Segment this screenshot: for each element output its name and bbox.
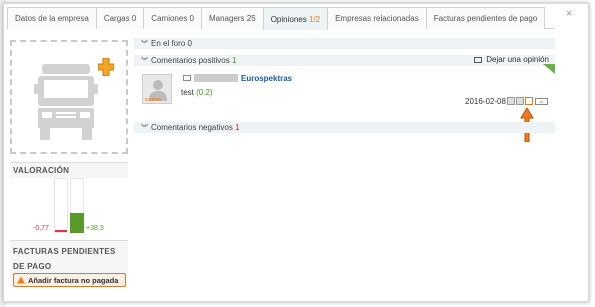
negative-rating-bar <box>54 178 68 233</box>
positive-comments-header[interactable]: ︾ Comentarios positivos 1 Dejar una opin… <box>134 55 555 66</box>
tab-pending-invoices[interactable]: Facturas pendientes de pago <box>425 7 546 29</box>
tab-trucks[interactable]: Camiones 0 <box>143 7 202 29</box>
comment-message-icon[interactable] <box>507 97 515 105</box>
negative-comments-count: 1 <box>235 123 240 132</box>
tab-opinions-total: 2 <box>315 14 321 24</box>
speech-bubble-icon <box>474 56 483 63</box>
leave-opinion-label: Dejar una opinión <box>486 55 549 64</box>
comment-edit-icon[interactable] <box>516 97 524 105</box>
comment-text: test (0.2) <box>181 88 213 97</box>
chevron-down-icon: ︾ <box>141 57 148 65</box>
tab-loads[interactable]: Cargas 0 <box>95 7 145 29</box>
tab-related-companies[interactable]: Empresas relacionadas <box>327 7 427 29</box>
positive-rating-value: +38,3 <box>86 225 104 232</box>
plus-icon[interactable] <box>98 58 114 76</box>
negative-rating-value: -0,77 <box>33 225 49 232</box>
avatar-tag: CARGO <box>145 97 162 102</box>
positive-comments-count: 1 <box>231 56 237 65</box>
positive-comments-label: Comentarios positivos <box>151 56 230 65</box>
leave-opinion-link[interactable]: Dejar una opinión <box>474 55 549 64</box>
comment-company-link[interactable]: Eurospektras <box>241 74 292 83</box>
comment-body: test <box>181 88 194 97</box>
tab-company-data[interactable]: Datos de la empresa <box>7 7 97 29</box>
tab-managers[interactable]: Managers 25 <box>200 7 264 29</box>
comment-date: 2016-02-08 <box>465 97 506 106</box>
avatar[interactable]: CARGO <box>142 74 172 104</box>
pending-invoices-title: FACTURAS PENDIENTES DE PAGO <box>10 240 128 277</box>
forum-label: En el foro 0 <box>151 39 192 48</box>
truck-icon <box>34 64 98 140</box>
tab-bar: Datos de la empresa Cargas 0 Camiones 0 … <box>7 7 554 30</box>
redacted-name <box>194 74 238 82</box>
comment-reply-icon[interactable] <box>525 97 533 105</box>
negative-rating-fill <box>55 230 67 232</box>
comment-score: (0.2) <box>196 88 213 97</box>
truck-photo-placeholder[interactable] <box>10 40 128 154</box>
negative-comments-label: Comentarios negativos <box>151 123 233 132</box>
close-icon[interactable]: × <box>566 8 572 20</box>
tab-opinions[interactable]: Opiniones 1/2 <box>262 7 329 30</box>
positive-rating-fill <box>70 213 84 233</box>
message-icon[interactable] <box>183 75 191 81</box>
comment-flag-icon[interactable]: ▭ <box>535 98 548 105</box>
add-unpaid-invoice-button[interactable]: Añadir factura no pagada <box>13 273 126 287</box>
warning-icon <box>17 276 25 284</box>
avatar-head <box>153 80 163 90</box>
chevron-down-icon: ︾ <box>141 40 148 48</box>
chevron-down-icon: ︾ <box>141 124 148 132</box>
add-unpaid-invoice-label: Añadir factura no pagada <box>28 275 119 285</box>
rating-title: VALORACIÓN <box>10 162 128 178</box>
negative-comments-header[interactable]: ︾ Comentarios negativos 1 <box>134 122 555 133</box>
forum-row[interactable]: ︾ En el foro 0 <box>134 38 555 49</box>
tab-opinions-label: Opiniones <box>270 14 307 24</box>
